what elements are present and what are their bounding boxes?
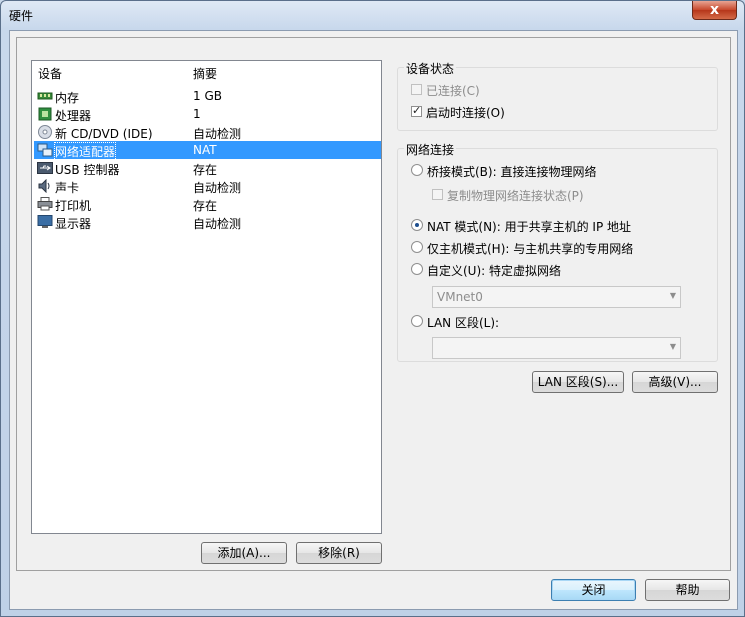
- close-button[interactable]: 关闭: [551, 579, 636, 601]
- device-summary: 自动检测: [193, 181, 242, 195]
- lan-segment-label: LAN 区段(L):: [427, 316, 500, 330]
- custom-label: 自定义(U): 特定虚拟网络: [427, 264, 562, 278]
- device-row-cpu[interactable]: 处理器 1: [34, 105, 381, 123]
- connect-at-power-on-label: 启动时连接(O): [426, 106, 505, 120]
- window-title: 硬件: [9, 9, 34, 23]
- advanced-button[interactable]: 高级(V)...: [632, 371, 718, 393]
- network-icon: [37, 143, 53, 157]
- cpu-icon: [38, 107, 52, 121]
- bridged-label: 桥接模式(B): 直接连接物理网络: [427, 165, 597, 179]
- chevron-down-icon: ▼: [669, 291, 676, 300]
- device-summary: 1: [193, 107, 201, 121]
- bridged-radio[interactable]: [411, 164, 423, 176]
- device-name: 显示器: [55, 217, 92, 231]
- host-only-label: 仅主机模式(H): 与主机共享的专用网络: [427, 242, 634, 256]
- custom-radio[interactable]: [411, 263, 423, 275]
- device-status-title: 设备状态: [404, 60, 457, 77]
- device-row-printer[interactable]: 打印机 存在: [34, 195, 381, 213]
- device-list[interactable]: 设备 摘要 内存 1 GB 处理器 1 新 CD/DVD (IDE) 自动检测: [31, 60, 382, 534]
- display-icon: [37, 215, 53, 228]
- usb-icon: [37, 162, 53, 174]
- printer-icon: [37, 197, 53, 211]
- device-name: 声卡: [55, 181, 80, 195]
- custom-network-value: VMnet0: [437, 290, 483, 304]
- device-summary: 自动检测: [193, 127, 242, 141]
- connected-label: 已连接(C): [426, 84, 480, 98]
- device-summary: NAT: [193, 143, 217, 157]
- device-summary: 存在: [193, 199, 218, 213]
- custom-network-dropdown[interactable]: VMnet0 ▼: [432, 286, 681, 308]
- column-header-device[interactable]: 设备: [38, 65, 62, 82]
- nat-label: NAT 模式(N): 用于共享主机的 IP 地址: [427, 220, 632, 234]
- lan-segment-dropdown[interactable]: ▼: [432, 337, 681, 359]
- device-row-memory[interactable]: 内存 1 GB: [34, 87, 381, 105]
- device-summary: 存在: [193, 163, 218, 177]
- cd-icon: [38, 125, 52, 139]
- replicate-state-checkbox[interactable]: [432, 189, 443, 200]
- device-row-display[interactable]: 显示器 自动检测: [34, 213, 381, 231]
- memory-icon: [37, 92, 53, 100]
- nat-radio[interactable]: [411, 219, 423, 231]
- device-name: 打印机: [55, 199, 92, 213]
- device-status-group: 设备状态 已连接(C) 启动时连接(O): [397, 60, 718, 131]
- column-header-summary[interactable]: 摘要: [193, 65, 217, 82]
- chevron-down-icon: ▼: [669, 342, 676, 351]
- help-button[interactable]: 帮助: [645, 579, 730, 601]
- network-connection-group: 网络连接 桥接模式(B): 直接连接物理网络 复制物理网络连接状态(P) NAT…: [397, 141, 718, 362]
- add-device-button[interactable]: 添加(A)...: [201, 542, 287, 564]
- device-list-header: 设备 摘要: [32, 61, 381, 81]
- host-only-radio[interactable]: [411, 241, 423, 253]
- hardware-window: 硬件 x 设备 摘要 内存 1 GB 处理器 1 新 CD/DVD (IDE) …: [0, 0, 745, 617]
- device-row-usb-controller[interactable]: USB 控制器 存在: [34, 159, 381, 177]
- connect-at-power-on-checkbox[interactable]: [411, 104, 422, 117]
- sound-icon: [38, 179, 50, 193]
- window-close-button[interactable]: x: [692, 1, 737, 20]
- lan-segments-button[interactable]: LAN 区段(S)...: [532, 371, 624, 393]
- device-name: USB 控制器: [55, 163, 120, 177]
- replicate-state-label: 复制物理网络连接状态(P): [447, 189, 584, 203]
- hardware-panel: 设备 摘要 内存 1 GB 处理器 1 新 CD/DVD (IDE) 自动检测: [16, 37, 731, 571]
- lan-segment-radio[interactable]: [411, 315, 423, 327]
- device-row-cd-dvd[interactable]: 新 CD/DVD (IDE) 自动检测: [34, 123, 381, 141]
- device-row-sound-card[interactable]: 声卡 自动检测: [34, 177, 381, 195]
- network-connection-title: 网络连接: [404, 141, 457, 158]
- device-name: 新 CD/DVD (IDE): [55, 127, 153, 141]
- dialog-client: 设备 摘要 内存 1 GB 处理器 1 新 CD/DVD (IDE) 自动检测: [9, 30, 738, 610]
- remove-device-button[interactable]: 移除(R): [296, 542, 382, 564]
- device-summary: 1 GB: [193, 89, 222, 103]
- device-row-network-adapter[interactable]: 网络适配器 NAT: [34, 141, 381, 161]
- connected-checkbox[interactable]: [411, 84, 422, 95]
- device-name: 网络适配器: [53, 142, 117, 161]
- device-summary: 自动检测: [193, 217, 242, 231]
- device-name: 内存: [55, 91, 80, 105]
- device-name: 处理器: [55, 109, 92, 123]
